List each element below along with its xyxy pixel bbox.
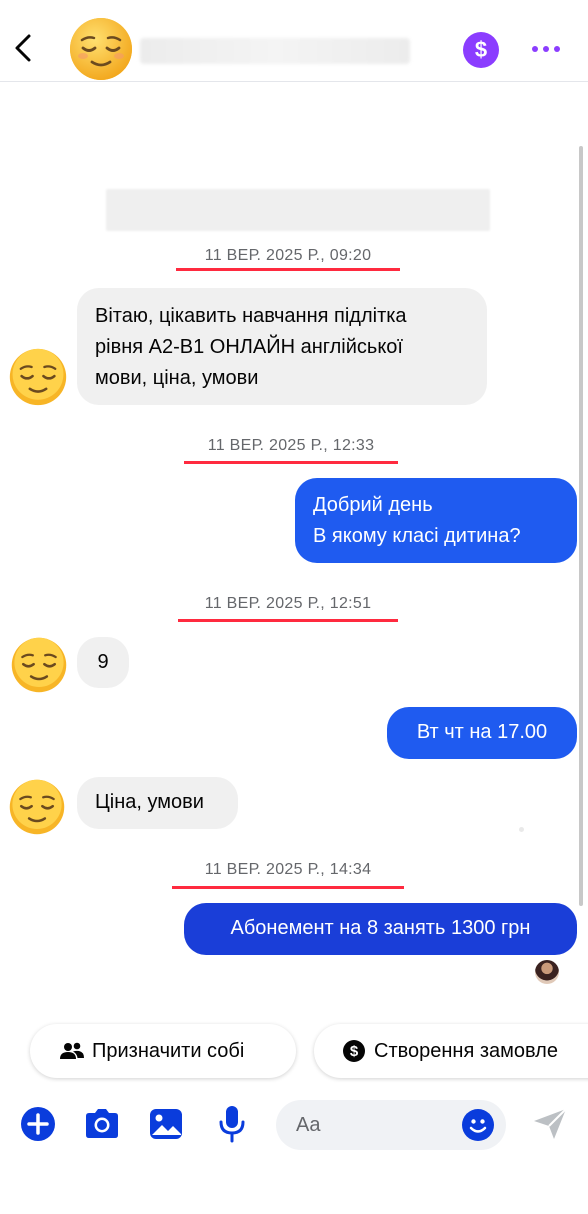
incoming-message[interactable]: Ціна, умови: [77, 777, 238, 829]
incoming-message[interactable]: 9: [77, 637, 129, 688]
timestamp: 11 ВЕР. 2025 Р., 09:20: [204, 247, 372, 264]
message-input[interactable]: [296, 1112, 446, 1138]
payment-button[interactable]: $: [463, 32, 499, 68]
timestamp: 11 ВЕР. 2025 Р., 14:34: [204, 861, 372, 878]
message-line: 9: [97, 651, 109, 673]
chip-label: Призначити собі: [92, 1039, 245, 1062]
composer-bar: [0, 1096, 588, 1156]
outgoing-message[interactable]: Добрий день В якому класі дитина?: [295, 478, 577, 563]
chip-label: Створення замовле: [374, 1039, 558, 1062]
contact-avatar[interactable]: [68, 16, 134, 82]
timestamp-underline: [184, 461, 398, 464]
chevron-left-icon: [15, 34, 31, 62]
microphone-icon: [219, 1106, 245, 1143]
more-dot: [554, 46, 560, 52]
sender-avatar[interactable]: [10, 636, 68, 694]
outgoing-message[interactable]: Вт чт на 17.00: [387, 707, 577, 759]
microphone-button[interactable]: [212, 1104, 252, 1144]
sender-avatar[interactable]: [8, 347, 68, 407]
message-line: Ціна, умови: [95, 791, 204, 813]
incoming-message[interactable]: Вітаю, цікавить навчання підлітка рівня …: [77, 288, 487, 405]
back-button[interactable]: [8, 28, 38, 68]
svg-text:$: $: [350, 1043, 359, 1060]
message-line: Добрий день: [313, 494, 433, 516]
smiley-icon: [469, 1119, 487, 1133]
timestamp-underline: [178, 619, 398, 622]
message-line: Вт чт на 17.00: [416, 721, 548, 743]
chat-scrollbar[interactable]: [579, 146, 583, 906]
emoji-button[interactable]: [462, 1109, 494, 1141]
camera-button[interactable]: [82, 1104, 122, 1144]
timestamp-underline: [176, 268, 400, 271]
send-icon: [534, 1108, 567, 1139]
add-button[interactable]: [18, 1104, 58, 1144]
message-input-container: [276, 1100, 506, 1150]
camera-icon: [86, 1109, 118, 1138]
message-line: Вітаю, цікавить навчання підлітка: [95, 305, 407, 327]
timestamp: 11 ВЕР. 2025 Р., 12:51: [204, 595, 372, 612]
gallery-button[interactable]: [146, 1104, 186, 1144]
plus-circle-icon: [21, 1107, 55, 1141]
contact-name-redacted: [140, 38, 410, 64]
create-order-chip[interactable]: $ Створення замовле: [314, 1024, 588, 1078]
sender-avatar[interactable]: [8, 778, 66, 836]
more-options-button[interactable]: [526, 34, 566, 64]
stray-dot: [519, 827, 524, 832]
dollar-icon: $: [474, 37, 488, 62]
chat-header: $: [0, 0, 588, 82]
dollar-circle-icon: $: [342, 1039, 366, 1063]
message-line: рівня А2-В1 ОНЛАЙН англійської: [95, 336, 403, 358]
more-dot: [532, 46, 538, 52]
image-icon: [150, 1109, 182, 1139]
more-dot: [543, 46, 549, 52]
send-button[interactable]: [530, 1104, 570, 1144]
assign-to-me-chip[interactable]: Призначити собі: [30, 1024, 296, 1078]
timestamp-underline: [172, 886, 404, 889]
message-line: мови, ціна, умови: [95, 367, 259, 389]
outgoing-message[interactable]: Абонемент на 8 занять 1300 грн: [184, 903, 577, 955]
read-receipt-avatar: [535, 960, 559, 984]
timestamp: 11 ВЕР. 2025 Р., 12:33: [207, 437, 375, 454]
message-line: В якому класі дитина?: [313, 525, 521, 547]
message-line: Абонемент на 8 занять 1300 грн: [230, 917, 531, 939]
people-icon: [60, 1039, 84, 1063]
redacted-banner: [106, 189, 490, 231]
